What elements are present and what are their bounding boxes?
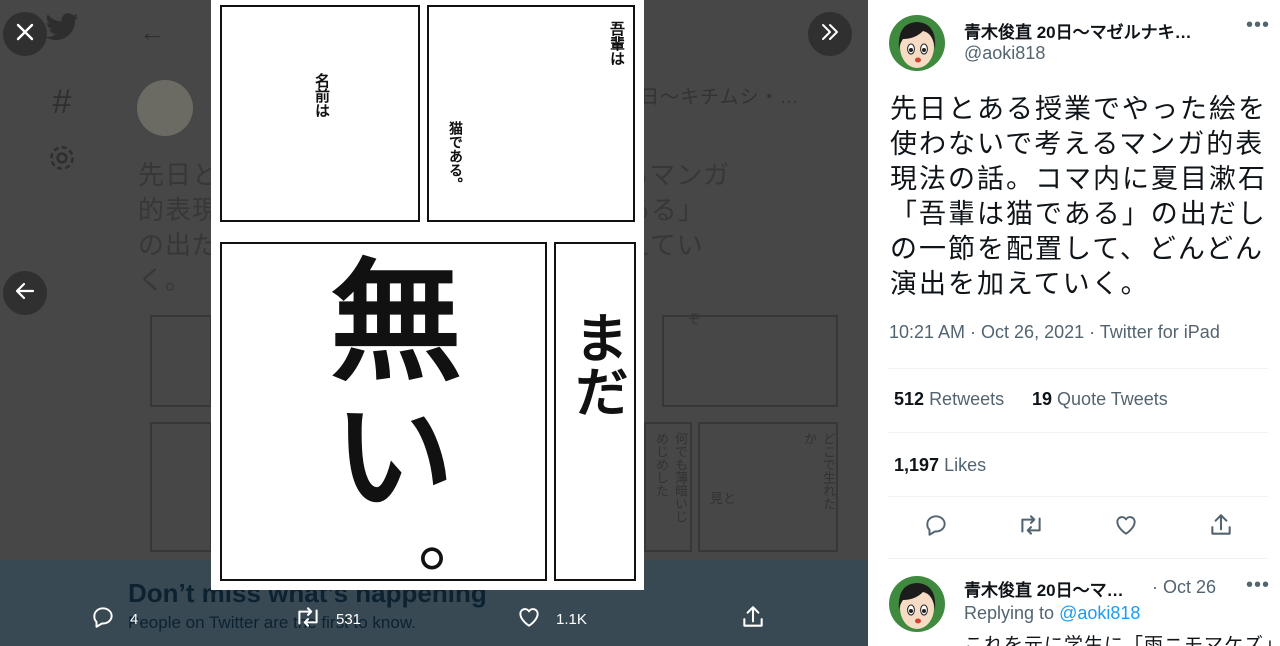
divider (888, 496, 1268, 497)
background-panel-text: どこで生れたか (802, 432, 836, 510)
reply-date[interactable]: · Oct 26 (1152, 577, 1216, 598)
banner-subtitle: People on Twitter are the first to know. (128, 613, 416, 632)
replying-to-handle[interactable]: @aoki818 (1059, 603, 1140, 623)
likes-count: 1,197 (894, 455, 940, 475)
manga-panel-bottom-right: まだ (554, 242, 636, 581)
previous-image-button[interactable] (3, 271, 47, 315)
like-icon (516, 604, 542, 634)
reply-author-avatar[interactable] (889, 576, 945, 632)
retweets-stat[interactable]: 512 Retweets (894, 389, 1004, 410)
manga-panel-top-left: 名前は (220, 5, 420, 222)
like-button[interactable] (1111, 512, 1141, 542)
quote-tweets-label: Quote Tweets (1057, 389, 1168, 409)
author-avatar[interactable] (889, 15, 945, 71)
close-button[interactable] (3, 12, 47, 56)
reply-text: これを元に学生に「雨ニモマケズ」 (964, 635, 1280, 646)
replying-to: Replying to @aoki818 (964, 603, 1140, 624)
retweets-count: 512 (894, 389, 925, 409)
manga-text-mu: 無 (330, 246, 462, 400)
reply-more-icon[interactable]: ••• (1246, 574, 1270, 597)
manga-panel-top-right: 吾輩は 猫である。 (427, 5, 635, 222)
more-icon[interactable]: ••• (1246, 14, 1270, 37)
like-icon (1113, 512, 1139, 543)
share-icon (1208, 512, 1234, 543)
settings-icon (40, 140, 84, 184)
reply-icon (90, 604, 116, 634)
replying-to-label: Replying to (964, 603, 1055, 623)
tweet-text: 先日とある授業でやった絵を使わないで考えるマンガ的表現法の話。コマ内に夏目漱石「… (890, 94, 1267, 299)
author-handle[interactable]: @aoki818 (964, 43, 1045, 64)
close-icon (15, 22, 35, 47)
like-action[interactable]: 1.1K (516, 604, 587, 634)
background-panel (662, 315, 838, 407)
retweet-count: 531 (336, 610, 362, 628)
previous-image-icon (14, 280, 36, 307)
background-avatar (137, 80, 193, 136)
background-author-handle: 日～キチムシ・… (640, 87, 800, 108)
reply-count: 4 (130, 610, 139, 628)
tweet-detail-pane: 青木俊直 20日～マゼルナキ… @aoki818 ••• 先日とある授業でやった… (868, 0, 1280, 646)
reply-action[interactable]: 4 (90, 604, 138, 634)
manga-text-mada: まだ (565, 310, 628, 418)
retweet-icon (1017, 512, 1045, 543)
author-name[interactable]: 青木俊直 20日～マゼルナキ… (964, 18, 1192, 43)
collapse-panel-button[interactable] (808, 12, 852, 56)
tweet-timestamp[interactable]: 10:21 AM · Oct 26, 2021 · Twitter for iP… (889, 322, 1220, 343)
manga-text-neko: 猫である。 (447, 121, 463, 191)
likes-label: Likes (944, 455, 987, 475)
reply-icon (923, 512, 949, 543)
divider (888, 558, 1268, 559)
manga-panel-bottom-left: 無 い 。 (220, 242, 547, 581)
reply-author-name[interactable]: 青木俊直 20日～マ… (964, 576, 1124, 601)
media-viewer: ← # 日～キチムシ・… 先日と で考えるマンガ 的表現 輩は猫である」 の出だ… (0, 0, 868, 646)
manga-image[interactable]: 名前は 吾輩は 猫である。 無 い 。 まだ (211, 0, 644, 590)
retweet-button[interactable] (1016, 512, 1046, 542)
background-panel (150, 422, 212, 552)
manga-text-period: 。 (418, 498, 491, 582)
quote-tweets-count: 19 (1032, 389, 1053, 409)
background-panel-text: 何でも薄暗いじめじめした (654, 432, 688, 523)
retweet-action[interactable]: 531 (294, 604, 361, 634)
divider (888, 432, 1268, 433)
share-icon (740, 604, 766, 634)
reply-button[interactable] (921, 512, 951, 542)
back-arrow-icon: ← (139, 17, 165, 47)
manga-text-wagahai: 吾輩は (608, 21, 626, 66)
background-panel-text: ぞ (686, 312, 701, 325)
hashtag-icon: # (52, 83, 72, 121)
retweets-label: Retweets (929, 389, 1005, 409)
share-button[interactable] (1206, 512, 1236, 542)
like-count: 1.1K (556, 610, 587, 628)
retweet-icon (294, 604, 322, 634)
background-panel-text: 見と (710, 491, 737, 506)
manga-text-name: 名前は (313, 73, 331, 118)
share-action[interactable] (740, 604, 766, 634)
likes-stat[interactable]: 1,197 Likes (894, 455, 986, 476)
divider (888, 368, 1268, 369)
quote-tweets-stat[interactable]: 19 Quote Tweets (1032, 389, 1168, 410)
background-panel (150, 315, 212, 407)
collapse-panel-icon (819, 21, 841, 48)
